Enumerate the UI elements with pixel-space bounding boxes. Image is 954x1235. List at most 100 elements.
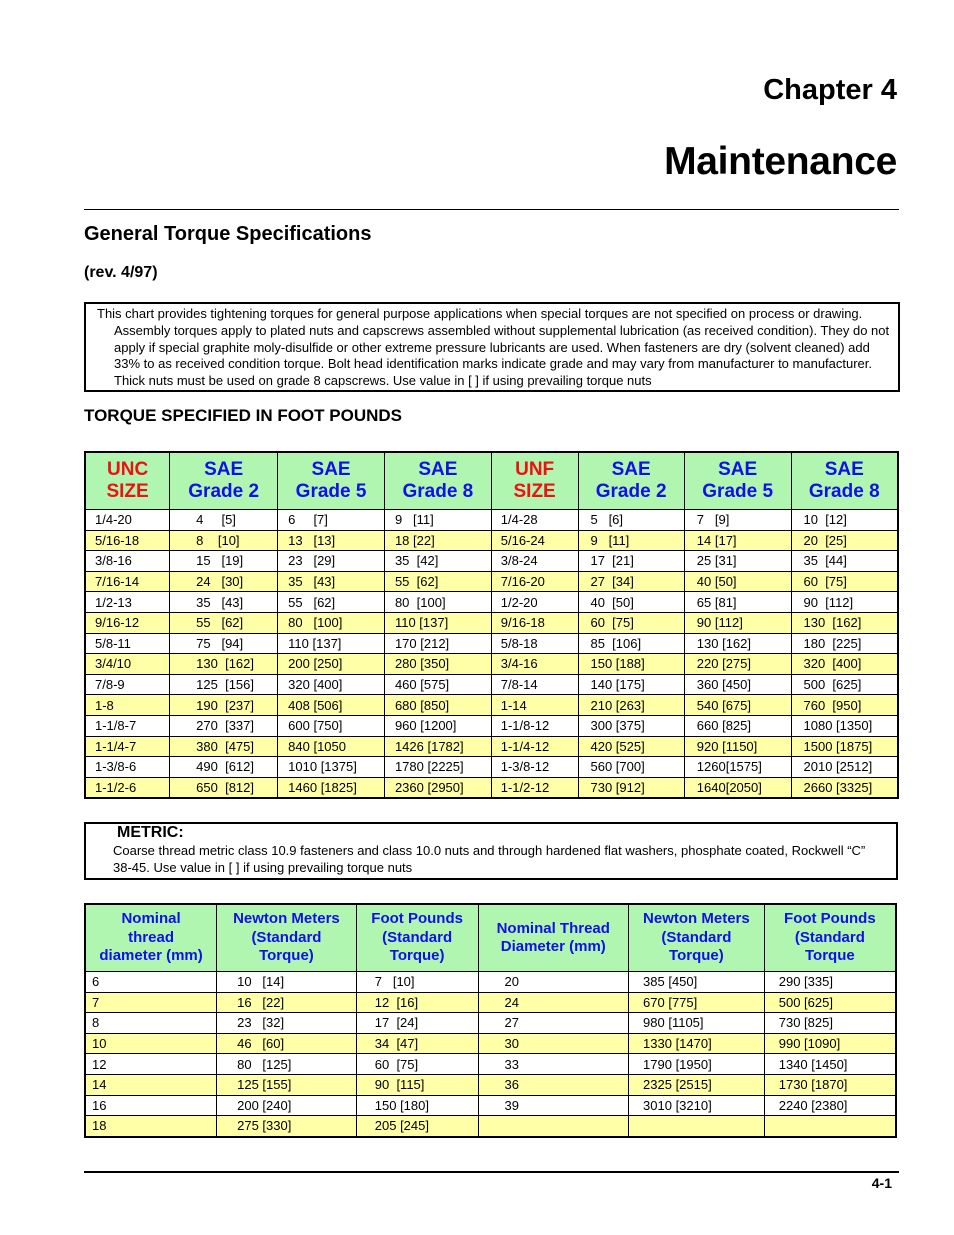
size-cell: 3/4/10 xyxy=(84,653,171,675)
torque-cell: 180 [225] xyxy=(790,632,899,655)
torque-cell: 730 [912] xyxy=(577,776,685,799)
torque-cell: 205 [245] xyxy=(355,1115,479,1138)
table-row: 3/4/10 130 [162] 200 [250] 280 [350] 3/4-16 1… xyxy=(84,653,899,675)
header-line: SAE xyxy=(824,459,864,480)
torque-cell: 320 [400] xyxy=(790,653,899,675)
size-cell: 5/16-24 xyxy=(490,529,579,552)
torque-cell: 55 [62] xyxy=(277,591,385,613)
diameter-cell: 14 xyxy=(84,1073,218,1096)
header-line: Grade 8 xyxy=(808,481,880,502)
metric-note-box: METRIC: Coarse thread metric class 10.9 … xyxy=(84,822,898,880)
torque-cell: 380 [475] xyxy=(169,735,279,758)
metric-table-header-row: Nominal thread diameter (mm) Newton Meters(… xyxy=(84,903,897,972)
diameter-cell: 8 xyxy=(84,1012,218,1034)
diameter-cell: 16 xyxy=(84,1094,218,1117)
sae-column-header: SAE Grade 5 xyxy=(683,451,792,510)
table-row: 7/8-9 125 [156] 320 [400] 460 [575] 7/8-14 14… xyxy=(84,673,899,696)
size-cell: 1/4-20 xyxy=(84,509,171,531)
torque-cell: 1080 [1350] xyxy=(790,714,899,737)
size-cell: 5/8-18 xyxy=(490,632,579,655)
metric-column-header: Nominal Thread Diameter (mm) xyxy=(477,903,630,972)
table-row: 1/4-20 4 [5] 6 [7] 9 [11] 1/4-28 5 [6] 7 [9] 10… xyxy=(84,509,899,531)
table-row: 5/16-18 8 [10] 13 [13] 18 [22] 5/16-24 9 [11]… xyxy=(84,529,899,552)
torque-cell: 490 [612] xyxy=(169,756,279,778)
table-row: 12 80 [125] 60 [75] 33 1790 [1950] 1340 [1450… xyxy=(84,1053,897,1075)
header-line: (Standard xyxy=(382,928,453,946)
torque-cell: 2660 [3325] xyxy=(790,776,899,799)
header-line: SAE xyxy=(611,459,651,480)
header-line: Torque) xyxy=(259,947,314,965)
diameter-cell: 6 xyxy=(84,971,218,993)
table-row: 7/16-14 24 [30] 35 [43] 55 [62] 7/16-20 27 [3… xyxy=(84,570,899,593)
torque-cell: 60 [75] xyxy=(790,570,899,593)
torque-cell: 23 [32] xyxy=(216,1012,357,1034)
table-row: 1/2-13 35 [43] 55 [62] 80 [100] 1/2-20 40 [50… xyxy=(84,591,899,613)
torque-cell: 9 [11] xyxy=(383,509,492,531)
torque-cell: 35 [44] xyxy=(790,550,899,572)
torque-cell: 110 [137] xyxy=(383,611,492,634)
torque-cell: 20 [25] xyxy=(790,529,899,552)
torque-cell: 130 [162] xyxy=(169,653,279,675)
size-cell: 1-1/4-7 xyxy=(84,735,171,758)
metric-column-header: Newton Meters (Standard Torque) xyxy=(216,903,357,972)
torque-cell: 80 [100] xyxy=(383,591,492,613)
diameter-cell: 39 xyxy=(477,1094,630,1117)
torque-cell: 320 [400] xyxy=(277,673,385,696)
torque-cell: 990 [1090] xyxy=(763,1032,897,1055)
torque-cell: 730 [825] xyxy=(763,1012,897,1034)
torque-cell: 540 [675] xyxy=(683,694,792,716)
torque-cell: 130 [162] xyxy=(683,632,792,655)
torque-cell: 650 [812] xyxy=(169,776,279,799)
torque-cell: 1640[2050] xyxy=(683,776,792,799)
sae-column-header: SAE Grade 5 xyxy=(277,451,385,510)
torque-cell: 1010 [1375] xyxy=(277,756,385,778)
table-row: 10 46 [60] 34 [47] 30 1330 [1470] 990 [1090] xyxy=(84,1032,897,1055)
size-cell: 7/8-14 xyxy=(490,673,579,696)
torque-cell: 1340 [1450] xyxy=(763,1053,897,1075)
size-cell: 1/4-28 xyxy=(490,509,579,531)
torque-cell: 65 [81] xyxy=(683,591,792,613)
sae-column-header: UNF SIZE xyxy=(490,451,579,510)
sae-column-header: SAE Grade 8 xyxy=(790,451,899,510)
torque-cell: 1780 [2225] xyxy=(383,756,492,778)
footer-divider xyxy=(84,1171,899,1173)
torque-cell: 420 [525] xyxy=(577,735,685,758)
torque-cell: 35 [43] xyxy=(277,570,385,593)
torque-cell: 7 [9] xyxy=(683,509,792,531)
torque-cell: 35 [42] xyxy=(383,550,492,572)
torque-cell: 140 [175] xyxy=(577,673,685,696)
diameter-cell: 18 xyxy=(84,1115,218,1138)
torque-cell: 290 [335] xyxy=(763,971,897,993)
table-row: 14 125 [155] 90 [115] 36 2325 [2515] 1730 [18… xyxy=(84,1073,897,1096)
torque-cell: 46 [60] xyxy=(216,1032,357,1055)
torque-cell: 150 [180] xyxy=(355,1094,479,1117)
torque-cell: 1500 [1875] xyxy=(790,735,899,758)
torque-cell: 2325 [2515] xyxy=(628,1073,765,1096)
header-line: Grade 5 xyxy=(702,481,774,502)
torque-cell: 15 [19] xyxy=(169,550,279,572)
torque-cell: 1260[1575] xyxy=(683,756,792,778)
header-line: Grade 8 xyxy=(402,481,474,502)
diameter-cell: 7 xyxy=(84,991,218,1014)
header-line: Newton Meters xyxy=(233,910,340,928)
torque-cell: 80 [100] xyxy=(277,611,385,634)
torque-cell: 1730 [1870] xyxy=(763,1073,897,1096)
torque-cell: 35 [43] xyxy=(169,591,279,613)
revision-label: (rev. 4/97) xyxy=(84,264,158,281)
metric-column-header: Nominal thread diameter (mm) xyxy=(84,903,218,972)
table-row: 1-8 190 [237] 408 [506] 680 [850] 1-14 210 [2… xyxy=(84,694,899,716)
torque-cell: 170 [212] xyxy=(383,632,492,655)
torque-cell: 3010 [3210] xyxy=(628,1094,765,1117)
torque-cell: 34 [47] xyxy=(355,1032,479,1055)
size-cell: 5/16-18 xyxy=(84,529,171,552)
metric-column-header: Foot Pounds (Standard Torque) xyxy=(355,903,479,972)
size-cell: 1-3/8-6 xyxy=(84,756,171,778)
torque-cell: 760 [950] xyxy=(790,694,899,716)
sae-column-header: UNC SIZE xyxy=(84,451,171,510)
metric-torque-table: Nominal thread diameter (mm) Newton Meters(… xyxy=(84,903,897,1138)
torque-cell: 55 [62] xyxy=(169,611,279,634)
torque-cell: 40 [50] xyxy=(683,570,792,593)
header-line: diameter (mm) xyxy=(99,947,203,965)
torque-cell: 220 [275] xyxy=(683,653,792,675)
torque-cell: 60 [75] xyxy=(577,611,685,634)
